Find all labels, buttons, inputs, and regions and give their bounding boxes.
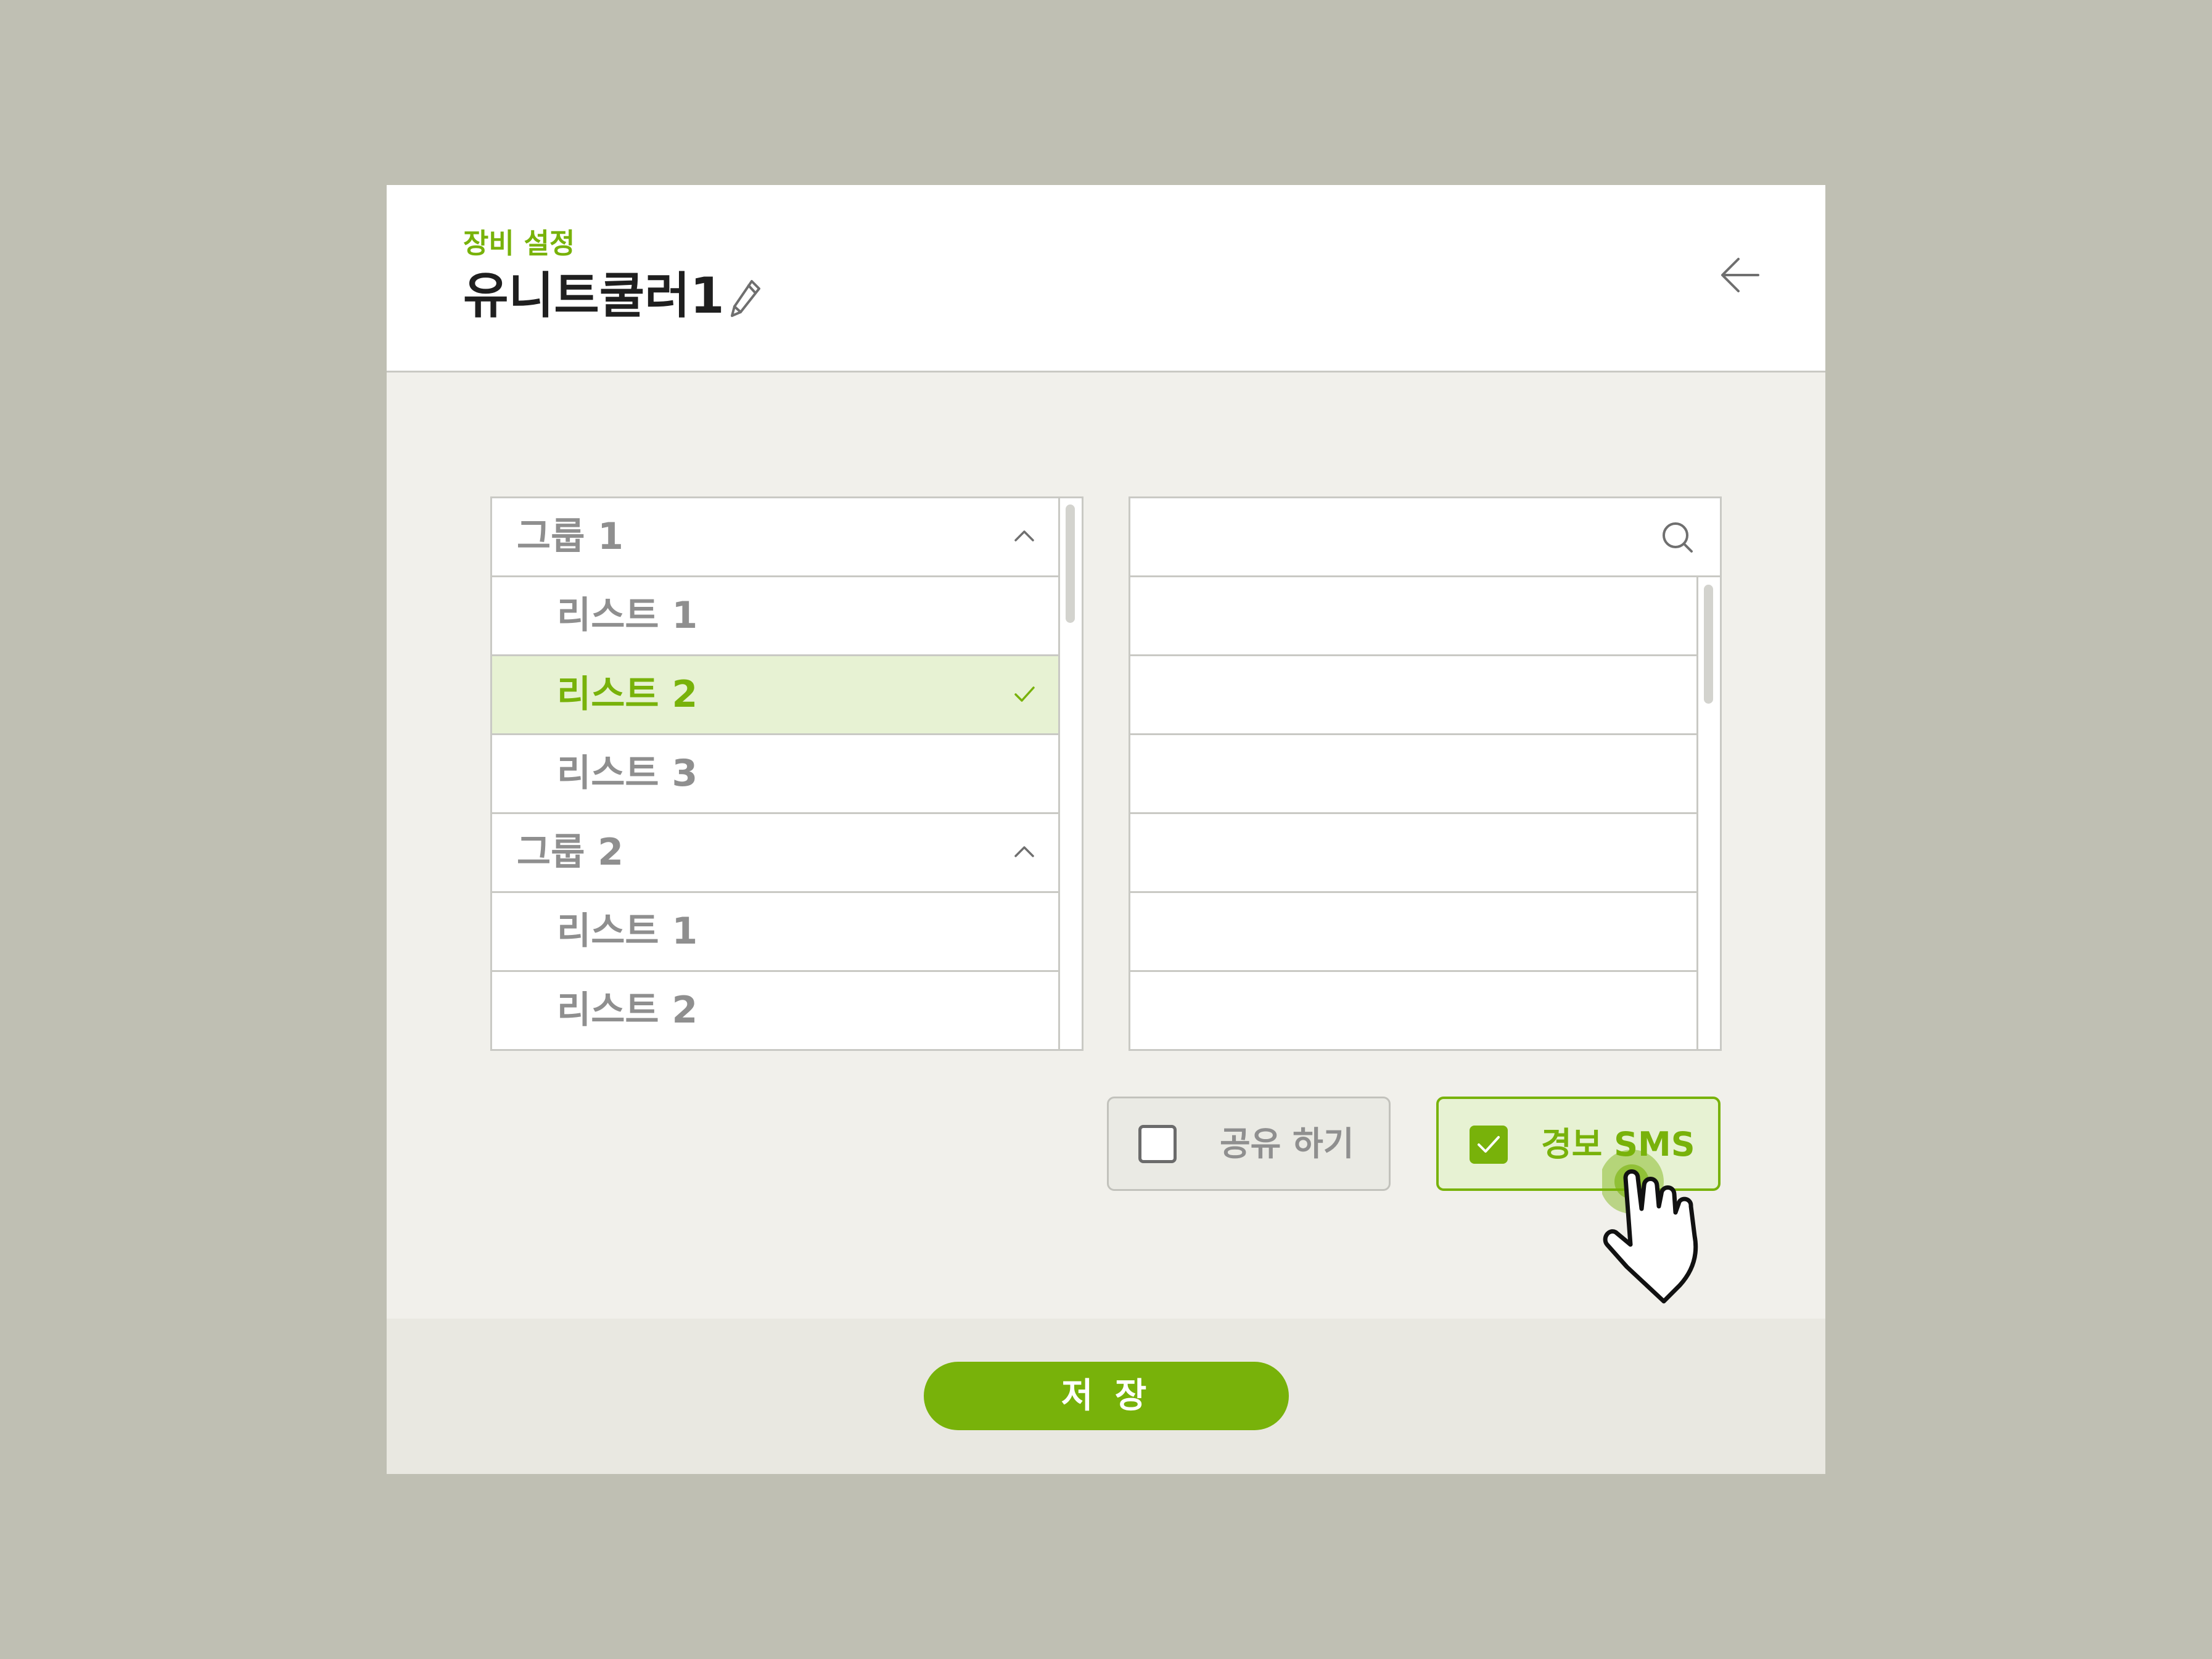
- list-item[interactable]: [1130, 656, 1698, 735]
- list-item[interactable]: [1130, 972, 1698, 1049]
- alarm-sms-checkbox[interactable]: [1470, 1126, 1508, 1164]
- list-item-label: 리스트 3: [557, 752, 698, 795]
- share-toggle-button[interactable]: 공유 하기: [1107, 1097, 1391, 1191]
- chevron-up-icon[interactable]: [1011, 523, 1038, 550]
- dialog-header: 장비 설정 유니트쿨러1: [387, 185, 1825, 373]
- check-icon: [1014, 686, 1035, 702]
- group-label: 그룹 2: [517, 831, 624, 874]
- check-icon: [1478, 1136, 1500, 1153]
- arrow-left-icon[interactable]: [1719, 253, 1763, 297]
- pencil-icon[interactable]: [727, 276, 764, 319]
- scrollbar-track-divider: [1058, 498, 1060, 1049]
- list-item[interactable]: [1130, 893, 1698, 972]
- search-list-panel: [1129, 496, 1722, 1051]
- list-item[interactable]: [1130, 577, 1698, 656]
- page-subtitle: 장비 설정: [463, 227, 575, 260]
- list-item-label: 리스트 1: [557, 594, 698, 637]
- dialog-footer: 저 장: [387, 1319, 1825, 1474]
- list-item[interactable]: [1130, 814, 1698, 893]
- list-item[interactable]: [1130, 735, 1698, 814]
- list-item[interactable]: 리스트 3: [492, 735, 1060, 814]
- share-label: 공유 하기: [1220, 1124, 1354, 1163]
- group-list-panel: 그룹 1 리스트 1 리스트 2 리스트 3 그룹 2 리스트 1 리스트 2: [490, 496, 1083, 1051]
- list-item[interactable]: 리스트 1: [492, 577, 1060, 656]
- equipment-settings-dialog: 장비 설정 유니트쿨러1 그룹 1 리스트 1 리스트 2 리스트 3 그룹 2…: [387, 185, 1825, 1474]
- page-title: 유니트쿨러1: [463, 267, 725, 324]
- list-item[interactable]: 리스트 1: [492, 893, 1060, 972]
- hand-pointer-icon: [1602, 1150, 1698, 1304]
- search-input[interactable]: [1130, 498, 1720, 577]
- save-button[interactable]: 저 장: [924, 1362, 1289, 1430]
- group-header-2[interactable]: 그룹 2: [492, 814, 1060, 893]
- share-checkbox[interactable]: [1138, 1125, 1177, 1163]
- scrollbar-thumb[interactable]: [1066, 504, 1075, 623]
- list-item[interactable]: 리스트 2: [492, 972, 1060, 1049]
- chevron-up-icon[interactable]: [1011, 839, 1038, 866]
- list-item-selected[interactable]: 리스트 2: [492, 656, 1060, 735]
- list-item-label: 리스트 1: [557, 910, 698, 953]
- list-item-label: 리스트 2: [557, 673, 698, 716]
- group-label: 그룹 1: [517, 515, 624, 558]
- scrollbar-track-divider: [1696, 577, 1698, 1049]
- scrollbar-thumb[interactable]: [1704, 585, 1713, 704]
- search-icon[interactable]: [1661, 521, 1695, 555]
- group-header-1[interactable]: 그룹 1: [492, 498, 1060, 577]
- list-item-label: 리스트 2: [557, 989, 698, 1032]
